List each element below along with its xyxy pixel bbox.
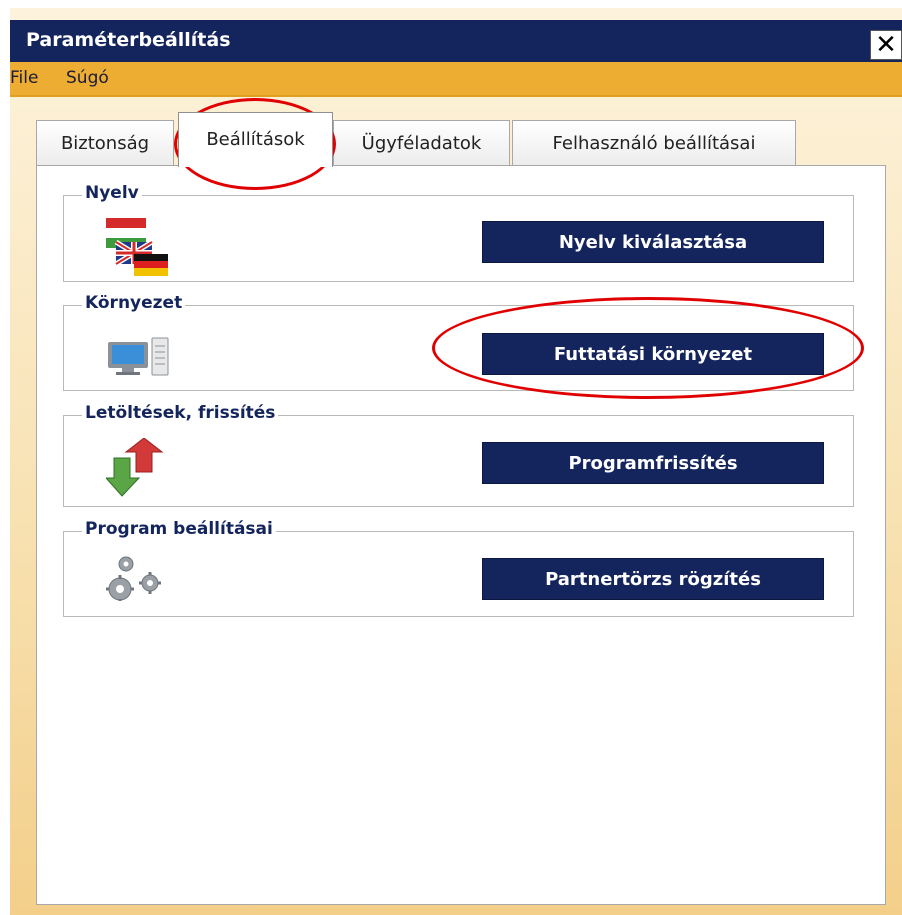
tab-customer-data[interactable]: Ügyféladatok xyxy=(333,120,510,166)
group-language-legend: Nyelv xyxy=(82,183,142,203)
tab-settings[interactable]: Beállítások xyxy=(178,112,333,167)
computer-icon xyxy=(108,337,169,376)
close-icon: ✕ xyxy=(875,30,897,60)
settings-panel: Nyelv Nyelv kiválasztása Környezet Futta… xyxy=(36,165,886,905)
partner-registry-button[interactable]: Partnertörzs rögzítés xyxy=(482,558,824,600)
group-language: Nyelv Nyelv kiválasztása xyxy=(63,183,854,282)
title-bar[interactable]: Paraméterbeállítás ✕ xyxy=(10,20,902,62)
group-environment-legend: Környezet xyxy=(82,293,186,313)
menu-bar: File Súgó xyxy=(10,62,902,97)
close-button[interactable]: ✕ xyxy=(870,30,902,60)
program-update-button[interactable]: Programfrissítés xyxy=(482,442,824,484)
menu-item-help[interactable]: Súgó xyxy=(66,68,109,88)
group-program-settings-legend: Program beállításai xyxy=(82,519,276,539)
parameter-settings-window: Paraméterbeállítás ✕ File Súgó Biztonság… xyxy=(10,8,902,915)
group-environment: Környezet Futtatási környezet xyxy=(63,293,854,391)
group-program-settings: Program beállításai Partnertörzs rögzíté… xyxy=(63,519,854,617)
runtime-environment-button[interactable]: Futtatási környezet xyxy=(482,333,824,375)
select-language-button[interactable]: Nyelv kiválasztása xyxy=(482,221,824,263)
tab-security[interactable]: Biztonság xyxy=(36,120,174,166)
gears-icon xyxy=(106,556,161,601)
group-downloads-legend: Letöltések, frissítés xyxy=(82,403,279,423)
tab-user-settings[interactable]: Felhasználó beállításai xyxy=(512,120,796,166)
update-arrows-icon xyxy=(106,438,164,497)
menu-item-file[interactable]: File xyxy=(10,68,38,88)
language-flags-icon xyxy=(106,218,168,276)
group-downloads: Letöltések, frissítés Programfrissítés xyxy=(63,403,854,507)
window-title: Paraméterbeállítás xyxy=(26,29,231,51)
